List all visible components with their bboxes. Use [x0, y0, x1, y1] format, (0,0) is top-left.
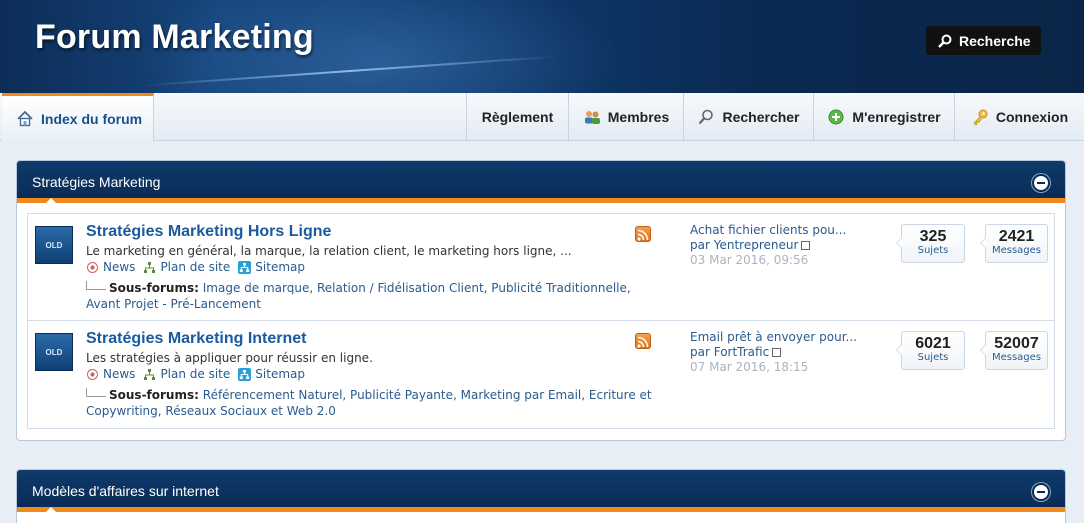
- subforums-list: Sous-forums: Image de marque, Relation /…: [86, 280, 661, 312]
- last-post-date: 03 Mar 2016, 09:56: [690, 253, 809, 267]
- sitemap-tree-icon: [144, 368, 156, 380]
- last-post-title[interactable]: Achat fichier clients pou...: [690, 223, 846, 238]
- sitemap-link[interactable]: Sitemap: [238, 260, 305, 274]
- site-header: Forum Marketing Recherche: [0, 0, 1084, 93]
- nav-rules[interactable]: Règlement: [466, 93, 568, 141]
- topics-number: 6021: [915, 335, 951, 352]
- rss-icon: [637, 336, 649, 348]
- forum-list: OLD Stratégies Marketing Hors Ligne Le m…: [27, 213, 1055, 429]
- sitemap-link-label: Sitemap: [255, 367, 305, 381]
- nav-register-label: M'enregistrer: [852, 109, 941, 125]
- minus-icon: [1037, 491, 1045, 493]
- sitemap-icon: [238, 367, 252, 381]
- nav-index-label: Index du forum: [41, 110, 143, 127]
- news-link[interactable]: News: [86, 367, 135, 381]
- nav-login[interactable]: Connexion: [954, 93, 1084, 141]
- rss-icon: [637, 229, 649, 241]
- subforums-label: Sous-forums:: [109, 388, 199, 402]
- messages-number: 2421: [998, 228, 1035, 245]
- news-icon: [87, 368, 98, 380]
- category-title[interactable]: Modèles d'affaires sur internet: [32, 483, 219, 499]
- nav-search[interactable]: Rechercher: [683, 93, 813, 141]
- category-box: Modèles d'affaires sur internet: [16, 469, 1066, 523]
- nav-register[interactable]: M'enregistrer: [813, 93, 954, 141]
- forum-description: Les stratégies à appliquer pour réussir …: [86, 351, 373, 365]
- header-search-button[interactable]: Recherche: [926, 26, 1041, 55]
- forum-status-icon: OLD: [35, 333, 73, 371]
- topics-label: Sujets: [917, 245, 949, 256]
- topics-label: Sujets: [917, 352, 949, 363]
- sitemap-link[interactable]: Sitemap: [238, 367, 305, 381]
- news-link-label: News: [103, 367, 136, 381]
- search-icon: [699, 109, 714, 125]
- last-post-title[interactable]: Email prêt à envoyer pour...: [690, 330, 857, 345]
- nav-index[interactable]: Index du forum: [2, 93, 154, 141]
- topics-count: 325 Sujets: [896, 224, 965, 263]
- header-search-label: Recherche: [959, 32, 1031, 49]
- view-latest-post-icon[interactable]: [801, 241, 811, 250]
- category-header-arrow: [46, 507, 56, 512]
- subforum-connector: [86, 281, 106, 290]
- topics-number: 325: [919, 228, 947, 245]
- plan-link-label: Plan de site: [160, 260, 231, 274]
- subforums-list: Sous-forums: Référencement Naturel, Publ…: [86, 387, 661, 419]
- topics-count: 6021 Sujets: [896, 331, 965, 370]
- category-box: Stratégies Marketing OLD Stratégies Mark…: [16, 160, 1066, 441]
- search-icon: [938, 34, 952, 48]
- rss-feed-button[interactable]: [635, 226, 651, 242]
- subforum-connector: [86, 388, 106, 397]
- last-post: Achat fichier clients pou... par Yentrep…: [690, 223, 846, 268]
- last-post-date: 07 Mar 2016, 18:15: [690, 360, 809, 374]
- last-post: Email prêt à envoyer pour... par FortTra…: [690, 330, 857, 375]
- plan-link[interactable]: Plan de site: [143, 367, 230, 381]
- messages-label: Messages: [991, 352, 1042, 363]
- forum-description: Le marketing en général, la marque, la r…: [86, 244, 572, 258]
- key-icon: [973, 109, 988, 126]
- nav-rules-label: Règlement: [481, 109, 554, 125]
- home-icon: [17, 110, 33, 126]
- last-post-author[interactable]: par FortTrafic: [690, 345, 769, 359]
- forum-title[interactable]: Stratégies Marketing Hors Ligne: [86, 223, 331, 241]
- nav-members[interactable]: Membres: [568, 93, 683, 141]
- collapse-button[interactable]: [1032, 483, 1050, 501]
- sitemap-link-label: Sitemap: [255, 260, 305, 274]
- category-header-arrow: [46, 198, 56, 203]
- news-icon: [87, 261, 98, 273]
- messages-count: 2421 Messages: [980, 224, 1048, 263]
- site-title[interactable]: Forum Marketing: [35, 18, 314, 57]
- forum-title[interactable]: Stratégies Marketing Internet: [86, 330, 307, 348]
- nav-search-label: Rechercher: [722, 109, 800, 125]
- forum-links: News Plan de site Sitemap: [86, 260, 305, 274]
- minus-icon: [1037, 182, 1045, 184]
- plan-link[interactable]: Plan de site: [143, 260, 230, 274]
- members-icon: [584, 111, 600, 124]
- messages-number: 52007: [994, 335, 1039, 352]
- plus-circle-icon: [828, 109, 844, 125]
- view-latest-post-icon[interactable]: [772, 348, 782, 357]
- forum-links: News Plan de site Sitemap: [86, 367, 305, 381]
- collapse-button[interactable]: [1032, 174, 1050, 192]
- messages-label: Messages: [991, 245, 1042, 256]
- forum-status-icon: OLD: [35, 226, 73, 264]
- nav-login-label: Connexion: [995, 109, 1069, 125]
- category-header: Modèles d'affaires sur internet: [17, 470, 1065, 512]
- forum-row: OLD Stratégies Marketing Internet Les st…: [28, 321, 1054, 428]
- category-title[interactable]: Stratégies Marketing: [32, 174, 160, 190]
- category-header: Stratégies Marketing: [17, 161, 1065, 203]
- nav-members-label: Membres: [607, 109, 670, 125]
- forum-row: OLD Stratégies Marketing Hors Ligne Le m…: [28, 214, 1054, 321]
- sitemap-icon: [238, 260, 252, 274]
- rss-feed-button[interactable]: [635, 333, 651, 349]
- news-link[interactable]: News: [86, 260, 135, 274]
- last-post-author[interactable]: par Yentrepreneur: [690, 238, 798, 252]
- nav-right-group: Règlement Membres Rechercher M'enregistr…: [466, 93, 1084, 141]
- subforums-label: Sous-forums:: [109, 281, 199, 295]
- messages-count: 52007 Messages: [980, 331, 1048, 370]
- news-link-label: News: [103, 260, 136, 274]
- main-navbar: Index du forum Règlement Membres Recherc…: [0, 93, 1084, 141]
- plan-link-label: Plan de site: [160, 367, 231, 381]
- sitemap-tree-icon: [144, 261, 156, 273]
